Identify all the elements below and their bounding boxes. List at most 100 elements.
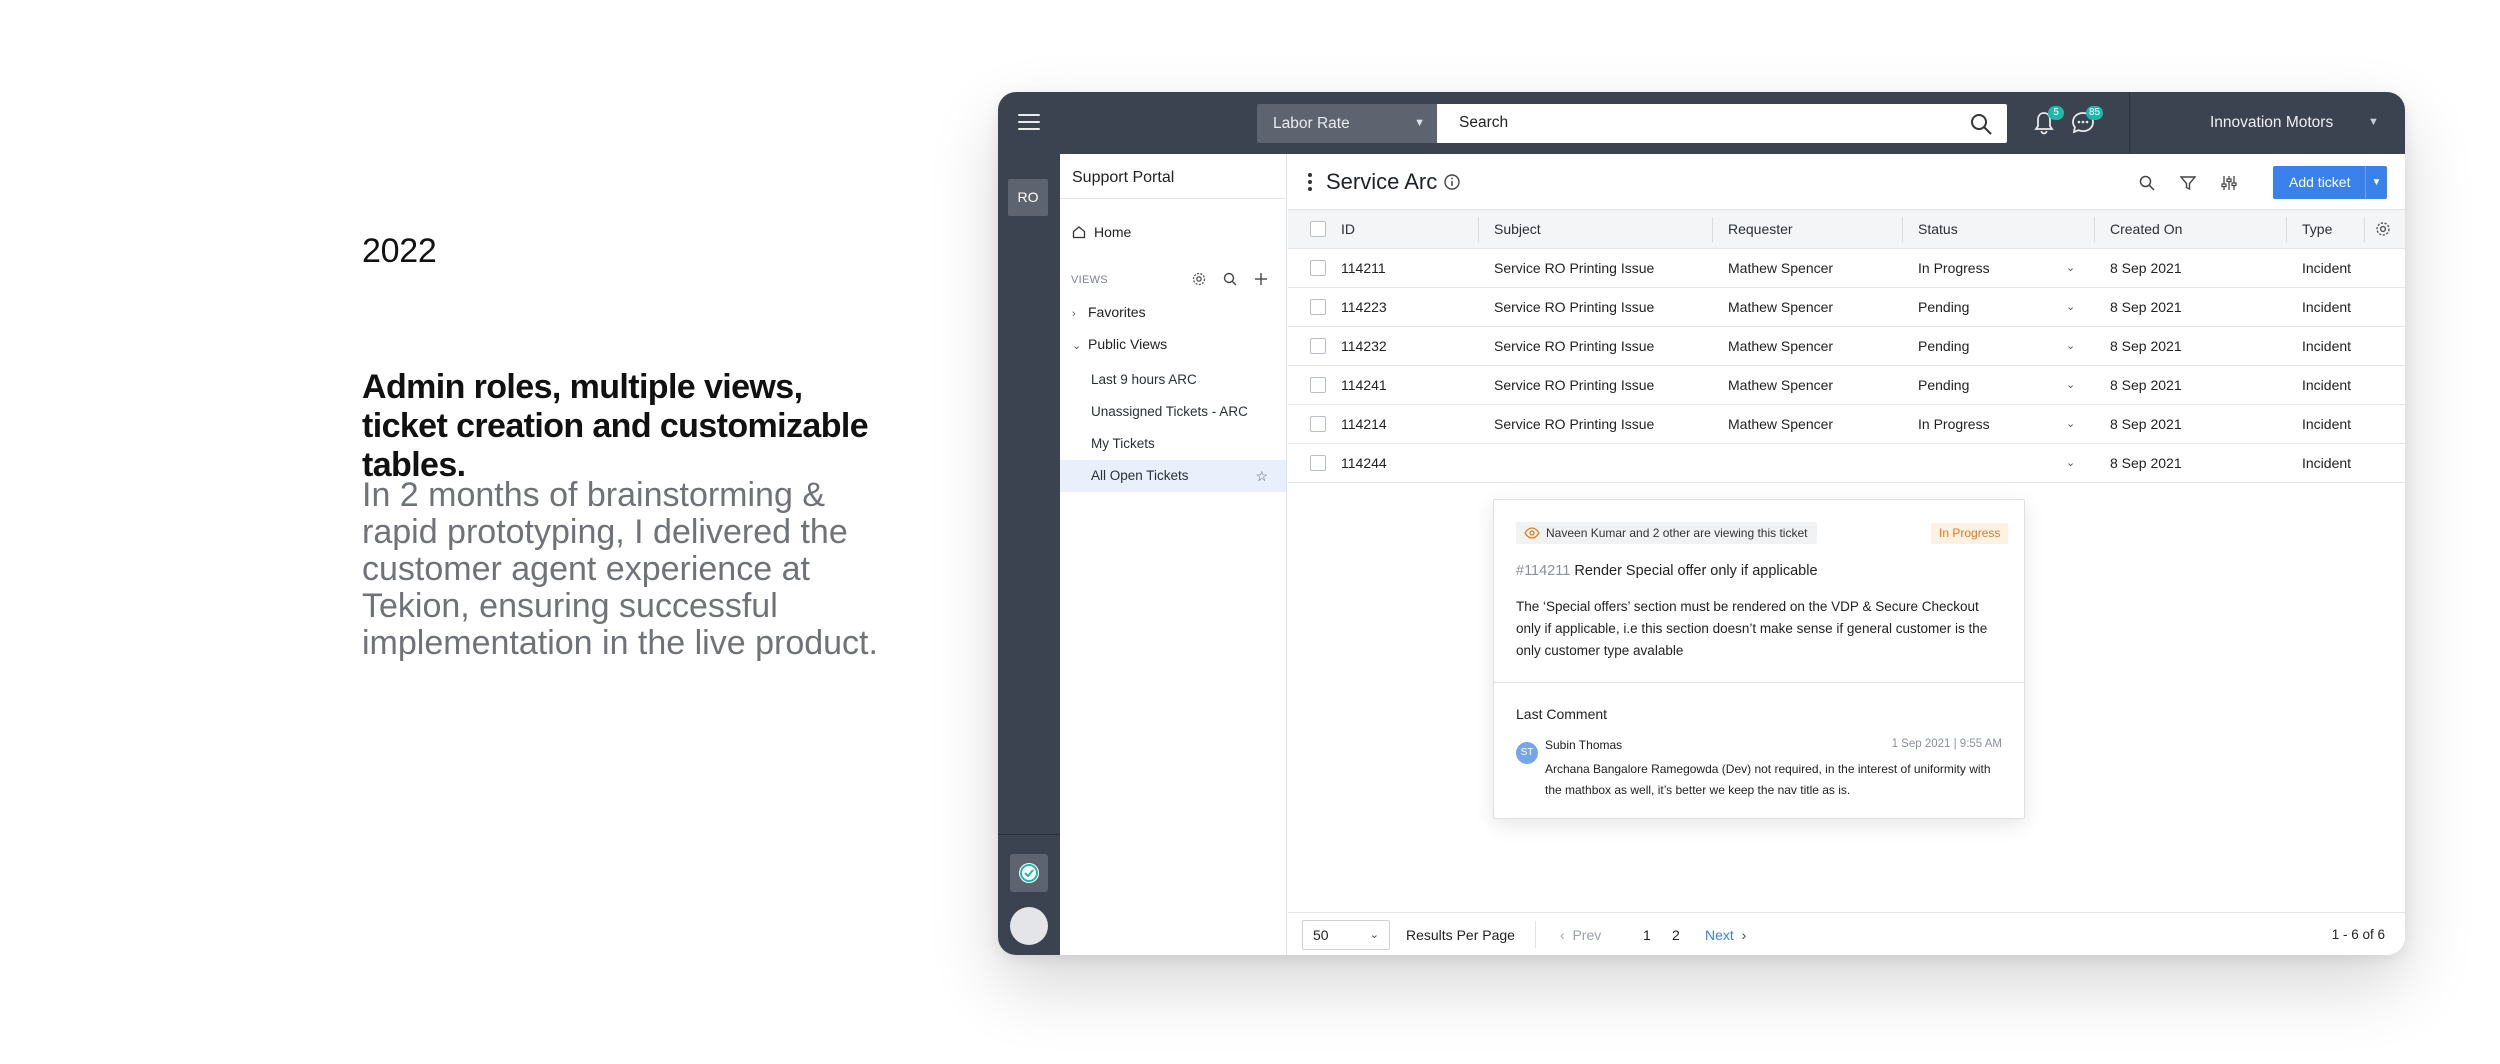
cell-type: Incident: [2302, 260, 2352, 276]
column-divider[interactable]: [2364, 217, 2365, 242]
headline: Admin roles, multiple views, ticket crea…: [362, 368, 869, 484]
cell-type: Incident: [2302, 377, 2352, 393]
cell-status[interactable]: Pending: [1906, 327, 1969, 366]
chevron-right-icon: ›: [1072, 308, 1076, 320]
chevron-down-icon[interactable]: ⌄: [2066, 249, 2075, 288]
filter-select[interactable]: Labor Rate ▼: [1257, 104, 1437, 143]
column-header-subject[interactable]: Subject: [1482, 210, 1541, 249]
chevron-down-icon[interactable]: ⌄: [2066, 327, 2075, 366]
filter-icon[interactable]: [2179, 174, 2197, 192]
search-icon[interactable]: [2138, 174, 2156, 192]
filter-select-value: Labor Rate: [1273, 115, 1350, 132]
gear-icon[interactable]: [2374, 220, 2392, 238]
kebab-menu-icon[interactable]: [1308, 173, 1312, 191]
nav-view-item[interactable]: My Tickets: [1060, 428, 1286, 460]
ticket-description: The ‘Special offers’ section must be ren…: [1516, 599, 1988, 658]
cell-status[interactable]: Pending: [1906, 366, 1969, 405]
table-row[interactable]: 114214 Service RO Printing Issue Mathew …: [1288, 405, 2405, 444]
row-checkbox[interactable]: [1310, 377, 1326, 393]
nav-view-item-active[interactable]: All Open Tickets ☆: [1060, 460, 1286, 492]
search-input[interactable]: Search: [1437, 104, 2007, 143]
hamburger-icon[interactable]: [1018, 114, 1040, 130]
nav-public-views[interactable]: ⌄ Public Views: [1072, 336, 1167, 352]
table-row[interactable]: 114232 Service RO Printing Issue Mathew …: [1288, 327, 2405, 366]
search-icon[interactable]: [1222, 271, 1238, 287]
ro-button[interactable]: RO: [1008, 179, 1048, 216]
chevron-down-icon: ▼: [1414, 117, 1425, 129]
chevron-down-icon[interactable]: ⌄: [2066, 366, 2075, 405]
comment-timestamp: 1 Sep 2021 | 9:55 AM: [1891, 738, 2002, 750]
column-divider[interactable]: [2094, 217, 2095, 242]
row-checkbox[interactable]: [1310, 338, 1326, 354]
plus-icon[interactable]: [1253, 271, 1269, 287]
nav-view-label: My Tickets: [1091, 436, 1155, 451]
chevron-down-icon[interactable]: ⌄: [2066, 288, 2075, 327]
nav-view-item[interactable]: Last 9 hours ARC: [1060, 364, 1286, 396]
table-row[interactable]: 114223 Service RO Printing Issue Mathew …: [1288, 288, 2405, 327]
shield-check-icon[interactable]: [1010, 854, 1048, 892]
gear-icon[interactable]: [1191, 271, 1207, 287]
select-all-checkbox[interactable]: [1310, 221, 1326, 237]
page-number[interactable]: 1: [1643, 927, 1651, 943]
next-page-button[interactable]: Next ›: [1705, 927, 1746, 943]
column-header-status[interactable]: Status: [1906, 210, 1958, 249]
cell-type: Incident: [2302, 338, 2352, 354]
row-checkbox[interactable]: [1310, 416, 1326, 432]
column-divider[interactable]: [2286, 217, 2287, 242]
views-panel: Support Portal Home VIEWS › Favorites ⌄ Pu…: [1060, 154, 1287, 955]
nav-view-item[interactable]: Unassigned Tickets - ARC: [1060, 396, 1286, 428]
table-header: ID Subject Requester Status Created On T…: [1288, 210, 2405, 249]
notification-badge: 5: [2048, 106, 2064, 120]
star-icon[interactable]: ☆: [1255, 460, 1268, 492]
column-divider[interactable]: [1902, 217, 1903, 242]
cell-subject: Service RO Printing Issue: [1494, 416, 1655, 432]
nav-home[interactable]: Home: [1072, 224, 1131, 240]
column-header-created[interactable]: Created On: [2098, 210, 2182, 249]
ticket-preview-popover: Naveen Kumar and 2 other are viewing thi…: [1493, 499, 2025, 819]
column-divider[interactable]: [1712, 217, 1713, 242]
sliders-icon[interactable]: [2220, 174, 2238, 192]
avatar[interactable]: [1010, 907, 1048, 945]
cell-id: 114232: [1341, 338, 1387, 354]
cell-requester: Mathew Spencer: [1728, 299, 1834, 315]
row-checkbox[interactable]: [1310, 455, 1326, 471]
cell-status[interactable]: In Progress: [1906, 405, 1990, 444]
chevron-down-icon[interactable]: ⌄: [2066, 405, 2075, 444]
chevron-left-icon: ‹: [1560, 927, 1565, 943]
column-header-requester[interactable]: Requester: [1716, 210, 1793, 249]
page-number[interactable]: 2: [1672, 927, 1680, 943]
main-header: Service Arc Add ticket ▼: [1288, 154, 2405, 210]
row-checkbox[interactable]: [1310, 260, 1326, 276]
views-heading: VIEWS: [1071, 274, 1108, 286]
column-header-type[interactable]: Type: [2290, 210, 2332, 249]
search-icon[interactable]: [1969, 112, 1993, 136]
column-header-id[interactable]: ID: [1329, 210, 1355, 249]
ticket-title[interactable]: #114211 Render Special offer only if app…: [1516, 563, 1818, 579]
nav-favorites[interactable]: › Favorites: [1072, 304, 1146, 320]
info-icon[interactable]: [1443, 173, 1461, 191]
nav-public-views-label: Public Views: [1088, 336, 1168, 352]
per-page-select[interactable]: 50 ⌄: [1302, 920, 1390, 950]
table-row[interactable]: 114244 ⌄ 8 Sep 2021 Incident: [1288, 444, 2405, 483]
prev-page-button[interactable]: ‹ Prev: [1560, 927, 1601, 943]
chevron-down-icon: ⌄: [1369, 929, 1379, 941]
next-label: Next: [1705, 927, 1734, 943]
cell-status[interactable]: Pending: [1906, 288, 1969, 327]
table-row[interactable]: 114241 Service RO Printing Issue Mathew …: [1288, 366, 2405, 405]
message-badge: 85: [2086, 106, 2104, 120]
chevron-down-icon[interactable]: ▼: [2368, 116, 2379, 128]
cell-status[interactable]: In Progress: [1906, 249, 1990, 288]
page-title: Service Arc: [1326, 169, 1438, 194]
organization-name[interactable]: Innovation Motors: [2210, 114, 2333, 132]
chevron-down-icon[interactable]: ▼: [2365, 166, 2387, 199]
divider: [1060, 198, 1287, 199]
column-divider[interactable]: [1478, 217, 1479, 242]
chevron-down-icon[interactable]: ⌄: [2066, 444, 2075, 483]
row-checkbox[interactable]: [1310, 299, 1326, 315]
prev-label: Prev: [1572, 927, 1602, 943]
chevron-down-icon: ⌄: [1072, 340, 1082, 352]
cell-id: 114223: [1341, 299, 1387, 315]
cell-requester: Mathew Spencer: [1728, 338, 1834, 354]
table-row[interactable]: 114211 Service RO Printing Issue Mathew …: [1288, 249, 2405, 288]
add-ticket-button[interactable]: Add ticket ▼: [2273, 166, 2387, 199]
